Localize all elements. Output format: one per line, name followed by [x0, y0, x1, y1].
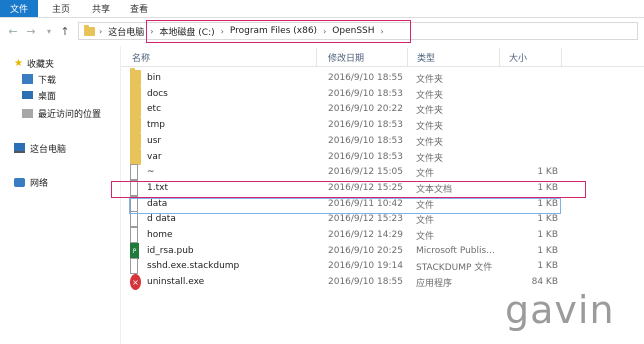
exe-icon: ×: [130, 274, 143, 290]
selection-outline: [129, 198, 561, 214]
up-icon[interactable]: ↑: [58, 24, 72, 38]
file-icon: [130, 258, 143, 274]
chevron-right-icon[interactable]: ›: [99, 27, 102, 36]
annotation-address-highlight: [146, 20, 411, 43]
file-date: 2016/9/10 18:53: [328, 120, 403, 130]
file-row[interactable]: ~2016/9/12 15:05 文件 1 KB: [130, 164, 560, 180]
column-header-date[interactable]: 修改日期: [328, 50, 364, 64]
file-size: [510, 133, 558, 149]
desktop-icon: [22, 91, 33, 99]
file-row[interactable]: × uninstall.exe 2016/9/10 18:55 应用程序 84 KB: [130, 274, 560, 290]
column-divider[interactable]: [407, 48, 408, 66]
file-date: 2016/9/10 20:22: [328, 104, 403, 114]
back-icon[interactable]: ←: [6, 24, 20, 38]
file-name: etc: [147, 104, 162, 114]
file-row[interactable]: var 2016/9/10 18:53 文件夹: [130, 147, 560, 165]
computer-icon: [14, 143, 25, 153]
file-name: ~: [147, 167, 155, 177]
nav-favorites[interactable]: ★ 收藏夹: [14, 56, 54, 70]
column-divider[interactable]: [316, 48, 317, 66]
folder-icon: [130, 147, 143, 165]
recent-places-icon: [22, 108, 33, 118]
file-size: 1 KB: [537, 230, 558, 240]
nav-recent-places[interactable]: 最近访问的位置: [22, 106, 101, 120]
file-type: 文件夹: [416, 137, 444, 148]
column-header-size[interactable]: 大小: [509, 50, 527, 64]
file-date: 2016/9/10 18:53: [328, 136, 403, 146]
file-row[interactable]: home 2016/9/12 14:29 文件 1 KB: [130, 227, 560, 243]
file-size: 1 KB: [537, 261, 558, 271]
file-row[interactable]: docs 2016/9/10 18:53 文件夹: [130, 84, 560, 102]
file-type: 文件: [416, 231, 435, 242]
nav-this-pc[interactable]: 这台电脑: [14, 141, 66, 155]
network-icon: [14, 177, 25, 187]
file-type: Microsoft Publis...: [416, 246, 495, 256]
file-name: tmp: [147, 120, 166, 130]
forward-icon[interactable]: →: [24, 24, 38, 38]
file-type: STACKDUMP 文件: [416, 262, 493, 273]
file-name: sshd.exe.stackdump: [147, 261, 240, 271]
tab-file[interactable]: 文件: [0, 0, 38, 17]
file-row[interactable]: Pid_rsa.pub 2016/9/10 20:25 Microsoft Publ…: [130, 243, 560, 259]
file-name: uninstall.exe: [147, 277, 205, 287]
file-size: 1 KB: [537, 246, 558, 256]
annotation-row-highlight: [111, 181, 586, 198]
file-date: 2016/9/10 19:14: [328, 261, 403, 271]
tab-view[interactable]: 查看: [130, 0, 148, 17]
file-type: 文件夹: [416, 74, 444, 85]
column-header-type[interactable]: 类型: [417, 50, 435, 64]
file-date: 2016/9/12 15:05: [328, 167, 403, 177]
file-date: 2016/9/10 20:25: [328, 246, 403, 256]
column-divider[interactable]: [561, 48, 562, 66]
file-row[interactable]: etc 2016/9/10 20:22 文件夹: [130, 99, 560, 117]
download-icon: [22, 74, 33, 84]
watermark: gavin: [505, 288, 615, 332]
publisher-file-icon: P: [130, 243, 143, 259]
file-size: 1 KB: [537, 167, 558, 177]
crumb-this-pc[interactable]: 这台电脑: [108, 25, 144, 38]
file-size: [510, 70, 558, 86]
file-size: [510, 86, 558, 102]
navigation-pane: ★ 收藏夹 下载 桌面 最近访问的位置 这台电脑 网络: [0, 45, 118, 344]
column-header-name[interactable]: 名称: [132, 50, 150, 64]
nav-network[interactable]: 网络: [14, 175, 48, 189]
file-date: 2016/9/10 18:53: [328, 89, 403, 99]
recent-locations-icon[interactable]: ▾: [42, 24, 56, 38]
file-date: 2016/9/10 18:55: [328, 277, 403, 287]
file-row[interactable]: sshd.exe.stackdump 2016/9/10 19:14 STACKDU…: [130, 258, 560, 274]
column-headers: 名称 修改日期 类型 大小: [121, 48, 644, 67]
nav-desktop[interactable]: 桌面: [22, 88, 56, 102]
file-row[interactable]: usr 2016/9/10 18:53 文件夹: [130, 131, 560, 149]
file-type: 文件夹: [416, 105, 444, 116]
file-size: [510, 117, 558, 133]
file-size: [510, 101, 558, 117]
ribbon: 文件 主页 共享 查看: [0, 0, 644, 18]
nav-downloads[interactable]: 下载: [22, 72, 56, 86]
file-date: 2016/9/10 18:55: [328, 73, 403, 83]
file-type: 文件夹: [416, 90, 444, 101]
file-name: docs: [147, 89, 168, 99]
file-name: bin: [147, 73, 161, 83]
tab-home[interactable]: 主页: [52, 0, 70, 17]
file-date: 2016/9/12 14:29: [328, 230, 403, 240]
file-size: [510, 149, 558, 165]
file-icon: [130, 227, 143, 243]
file-icon: [130, 164, 143, 180]
file-type: 文件夹: [416, 153, 444, 164]
file-name: home: [147, 230, 173, 240]
folder-icon: [84, 24, 95, 36]
star-icon: ★: [14, 57, 23, 69]
file-name: id_rsa.pub: [147, 246, 194, 256]
column-divider[interactable]: [499, 48, 500, 66]
file-name: var: [147, 152, 162, 162]
file-type: 文件夹: [416, 121, 444, 132]
file-name: usr: [147, 136, 162, 146]
tab-share[interactable]: 共享: [92, 0, 110, 17]
file-type: 应用程序: [416, 278, 453, 289]
file-row[interactable]: tmp 2016/9/10 18:53 文件夹: [130, 115, 560, 133]
file-row[interactable]: bin 2016/9/10 18:55 文件夹: [130, 68, 560, 86]
file-type: 文件: [416, 168, 435, 179]
file-date: 2016/9/10 18:53: [328, 152, 403, 162]
